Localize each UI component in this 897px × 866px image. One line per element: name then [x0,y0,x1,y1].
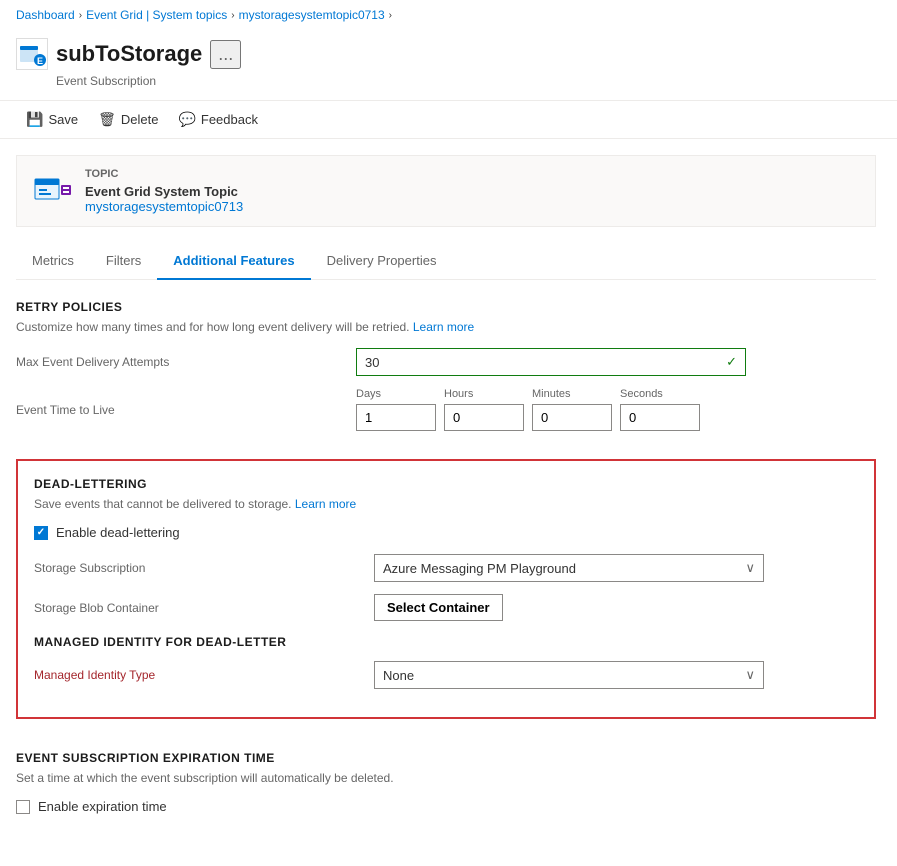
select-container-button[interactable]: Select Container [374,594,503,621]
max-attempts-check-icon: ✓ [726,354,737,370]
max-attempts-select[interactable]: 30 ✓ [356,348,746,376]
ttl-row: Event Time to Live Days Hours Minutes [16,388,876,431]
managed-identity-type-select[interactable]: None ∨ [374,661,764,689]
managed-identity-title: MANAGED IDENTITY FOR DEAD-LETTER [34,635,858,649]
breadcrumb: Dashboard › Event Grid | System topics ›… [0,0,897,30]
tab-filters[interactable]: Filters [90,243,157,280]
storage-subscription-control: Azure Messaging PM Playground ∨ [374,554,858,582]
storage-blob-label: Storage Blob Container [34,601,374,615]
feedback-button[interactable]: 💬 Feedback [168,107,268,132]
topic-link[interactable]: mystoragesystemtopic0713 [85,199,243,214]
breadcrumb-chevron-1: › [79,10,82,21]
event-subscription-icon: E [18,40,46,68]
more-options-button[interactable]: ... [210,40,241,69]
topic-label: TOPIC [85,168,243,180]
enable-dead-lettering-row: ✓ Enable dead-lettering [34,525,858,540]
expiry-section: EVENT SUBSCRIPTION EXPIRATION TIME Set a… [16,735,876,830]
ttl-label: Event Time to Live [16,403,356,417]
managed-identity-chevron-icon: ∨ [745,667,755,683]
breadcrumb-event-grid[interactable]: Event Grid | System topics [86,8,227,22]
expiry-desc: Set a time at which the event subscripti… [16,771,876,785]
breadcrumb-topic[interactable]: mystoragesystemtopic0713 [239,8,385,22]
max-attempts-control: 30 ✓ [356,348,876,376]
tab-content: RETRY POLICIES Customize how many times … [16,280,876,850]
enable-expiry-label[interactable]: Enable expiration time [38,799,167,814]
storage-blob-row: Storage Blob Container Select Container [34,594,858,621]
toolbar: 💾 Save 🗑 Delete 💬 Feedback [0,101,897,139]
dead-lettering-section: DEAD-LETTERING Save events that cannot b… [16,459,876,719]
page-header: E subToStorage ... Event Subscription [0,30,897,101]
minutes-input[interactable] [532,404,612,431]
save-icon: 💾 [26,111,43,128]
seconds-group: Seconds [620,388,700,431]
storage-blob-control: Select Container [374,594,858,621]
page-title: subToStorage [56,41,202,67]
delete-button[interactable]: 🗑 Delete [88,107,168,132]
hours-group: Hours [444,388,524,431]
tab-metrics[interactable]: Metrics [16,243,90,280]
hours-label: Hours [444,388,524,400]
topic-info: TOPIC Event Grid System Topic mystorages… [85,168,243,214]
enable-expiry-checkbox[interactable] [16,800,30,814]
breadcrumb-chevron-2: › [231,10,234,21]
retry-learn-more-link[interactable]: Learn more [413,320,474,334]
retry-policies-title: RETRY POLICIES [16,300,876,314]
days-group: Days [356,388,436,431]
expiry-title: EVENT SUBSCRIPTION EXPIRATION TIME [16,751,876,765]
delete-icon: 🗑 [98,111,116,128]
save-button[interactable]: 💾 Save [16,107,88,132]
storage-subscription-chevron-icon: ∨ [745,560,755,576]
retry-policies-desc: Customize how many times and for how lon… [16,320,876,334]
minutes-group: Minutes [532,388,612,431]
content-area: TOPIC Event Grid System Topic mystorages… [0,139,897,866]
enable-dead-lettering-checkbox[interactable]: ✓ [34,526,48,540]
checkbox-check-icon: ✓ [37,527,45,538]
breadcrumb-dashboard[interactable]: Dashboard [16,8,75,22]
minutes-label: Minutes [532,388,612,400]
max-attempts-label: Max Event Delivery Attempts [16,355,356,369]
days-input[interactable] [356,404,436,431]
ttl-control: Days Hours Minutes Seconds [356,388,876,431]
storage-subscription-label: Storage Subscription [34,561,374,575]
storage-subscription-row: Storage Subscription Azure Messaging PM … [34,554,858,582]
dead-lettering-learn-more-link[interactable]: Learn more [295,497,356,511]
storage-subscription-select[interactable]: Azure Messaging PM Playground ∨ [374,554,764,582]
managed-identity-type-row: Managed Identity Type None ∨ [34,661,858,689]
topic-icon-svg [33,171,73,211]
seconds-input[interactable] [620,404,700,431]
hours-input[interactable] [444,404,524,431]
svg-text:E: E [37,56,43,66]
enable-dead-lettering-label[interactable]: Enable dead-lettering [56,525,180,540]
dead-lettering-title: DEAD-LETTERING [34,477,858,491]
topic-name: Event Grid System Topic [85,184,243,199]
topic-icon [33,171,73,211]
tabs: Metrics Filters Additional Features Deli… [16,243,876,280]
tab-additional-features[interactable]: Additional Features [157,243,310,280]
feedback-icon: 💬 [178,111,195,128]
seconds-label: Seconds [620,388,700,400]
retry-policies-section: RETRY POLICIES Customize how many times … [16,300,876,459]
managed-identity-type-label: Managed Identity Type [34,668,374,682]
topic-card: TOPIC Event Grid System Topic mystorages… [16,155,876,227]
ttl-time-inputs: Days Hours Minutes Seconds [356,388,876,431]
page-subtitle: Event Subscription [56,74,881,88]
dead-lettering-desc: Save events that cannot be delivered to … [34,497,858,511]
breadcrumb-chevron-3: › [389,10,392,21]
tab-delivery-properties[interactable]: Delivery Properties [311,243,453,280]
page-icon: E [16,38,48,70]
enable-expiry-row: Enable expiration time [16,799,876,814]
managed-identity-type-control: None ∨ [374,661,858,689]
days-label: Days [356,388,436,400]
max-attempts-row: Max Event Delivery Attempts 30 ✓ [16,348,876,376]
